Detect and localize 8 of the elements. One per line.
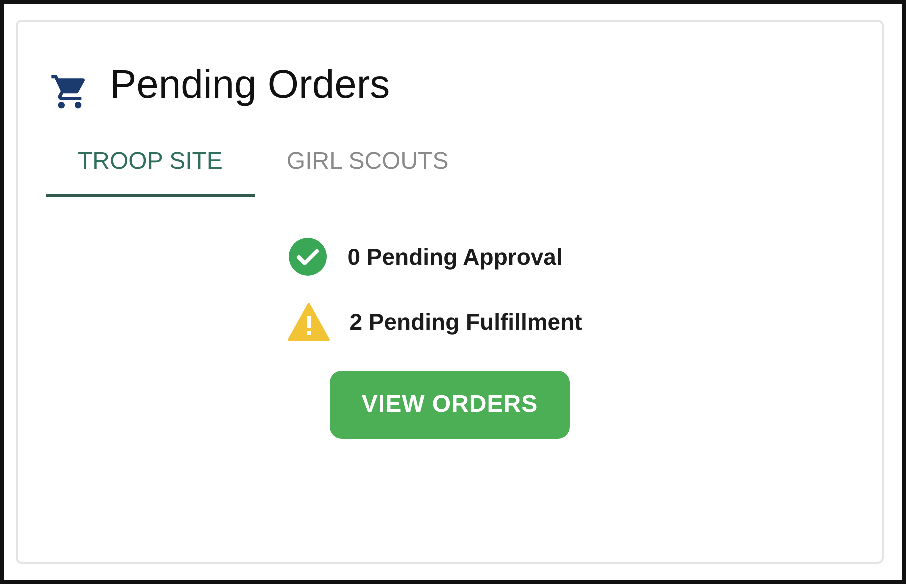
card-title: Pending Orders xyxy=(110,62,390,108)
status-text: 2 Pending Fulfillment xyxy=(350,308,582,336)
status-text: 0 Pending Approval xyxy=(348,244,563,270)
tab[interactable]: TROOP SITE xyxy=(46,134,255,197)
tab[interactable]: GIRL SCOUTS xyxy=(254,134,481,197)
check-circle-icon xyxy=(288,237,328,277)
view-orders-button[interactable]: VIEW ORDERS xyxy=(330,371,570,439)
warning-icon xyxy=(288,303,330,341)
